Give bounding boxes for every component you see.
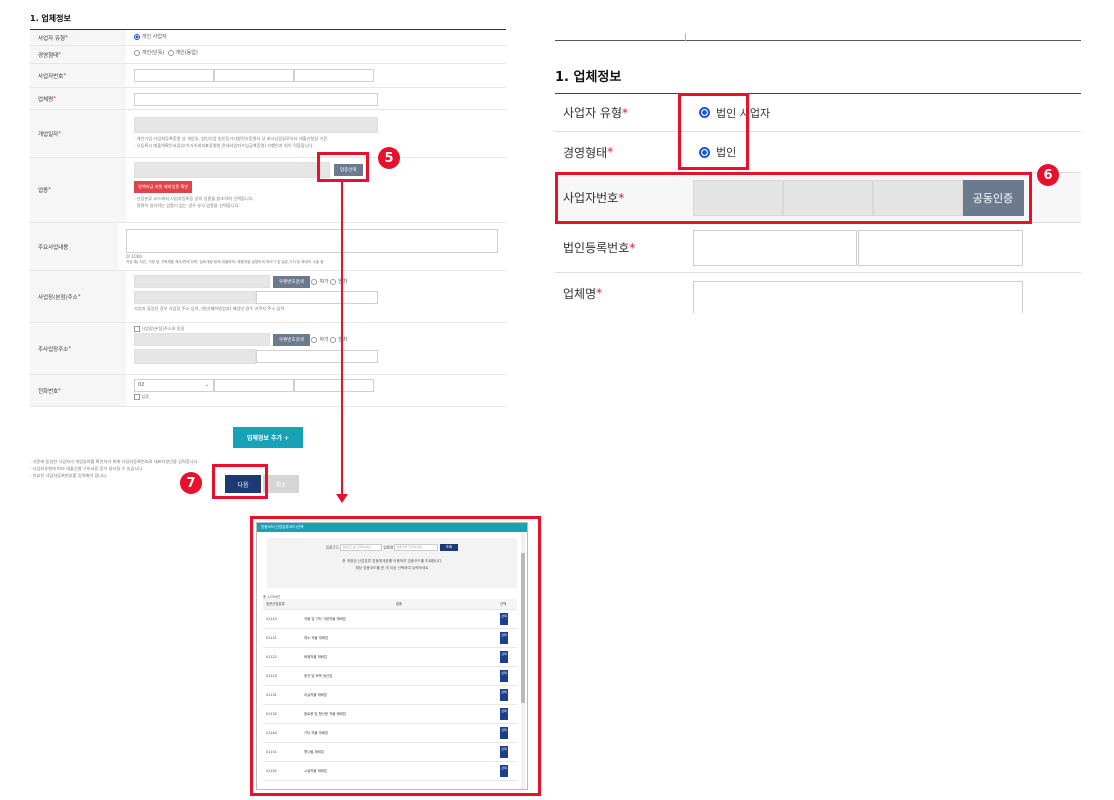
mgmt-type-label: 경영형태: [38, 52, 59, 59]
industry-input[interactable]: [134, 162, 330, 178]
industry-label: 업종: [38, 188, 49, 194]
row-industry: 업종 * 업종선택 정책자금 지원 제외업종 확인 · 산업분류 코드에서 사업자…: [30, 158, 506, 223]
step-badge-6: 6: [1037, 164, 1059, 186]
highlight-next-button: [212, 464, 268, 499]
company-input[interactable]: [134, 93, 378, 106]
opening-label: 개업일자: [38, 131, 59, 138]
biz-no-input-1[interactable]: [134, 69, 214, 82]
opening-note-1: · 개인기업 사업자등록증명 상 개업일, 법인기업 법인등기사항전부증명서 상…: [134, 136, 328, 141]
add-company-button[interactable]: 업체정보 추가 +: [232, 427, 304, 448]
biz-type-label: 사업자 유형: [38, 35, 66, 42]
biz-no-label: 사업자번호: [38, 73, 64, 80]
step-badge-5: 5: [378, 147, 400, 169]
connector-line: [341, 182, 343, 496]
phone-label: 전화번호: [38, 388, 59, 395]
right-row-company: 업체명 *: [555, 273, 1081, 313]
row-phone: 전화번호 * 02 ⌄ 없음: [30, 375, 506, 407]
row-biz-no: 사업자번호 *: [30, 64, 506, 88]
row-mgmt-type: 경영형태 * 개인(단독) 개인(동업): [30, 46, 506, 64]
same-addr-checkbox[interactable]: [134, 326, 140, 332]
no-phone-checkbox[interactable]: [134, 394, 140, 400]
biz-own-radio[interactable]: [311, 278, 318, 285]
radio-sole-label: 개인(단독): [142, 50, 165, 56]
corp-no-input-2[interactable]: [858, 229, 1023, 266]
radio-individual[interactable]: [134, 33, 140, 40]
main-biz-label: 주요사업내용: [38, 244, 69, 251]
opening-note-2: · 오등록시 매출액확인서류(부가가치세과표증명원,면세사업자수입금액증명) 시…: [134, 143, 314, 148]
char-counter: 0/ 1000: [126, 254, 143, 259]
right-mgmt-label: 경영형태: [563, 145, 608, 160]
main-biz-hint: 작성 예) 치킨, 가방 등 가죽제품 제조/판매 하며, 설비개량 등에 대출…: [126, 260, 324, 264]
right-row-corp-no: 법인등록번호 *: [555, 223, 1081, 273]
radio-individual-label: 개인 사업자: [142, 34, 167, 40]
radio-partner-label: 개인(동업): [175, 50, 198, 56]
radio-partner[interactable]: [167, 49, 174, 56]
left-form: 1. 업체정보 사업자 유형 * 개인 사업자 경영형태 * 개인(단독) 개인(동…: [30, 13, 506, 479]
biz-own-label: 자가: [319, 279, 329, 285]
biz-addr-note: 사업자 휴업인 경우 사업장 주소 입력, 개인(폐하였업자) 폐업인 경우 거…: [134, 306, 285, 311]
main-zip-input[interactable]: [134, 333, 270, 346]
main-addr2-input[interactable]: [256, 350, 378, 363]
biz-zip-input[interactable]: [134, 275, 270, 288]
industry-note-1: · 산업분류 코드에서 사업자등록증 상의 업종을 참조하여 선택합니다.: [134, 196, 254, 201]
section-title: 1. 업체정보: [30, 14, 71, 23]
company-label: 업체명: [38, 96, 54, 103]
highlight-biz-no-row: [555, 172, 1032, 224]
arrow-down-icon: [336, 494, 348, 503]
area-code-value: 02: [138, 382, 145, 388]
phone-last-input[interactable]: [294, 379, 374, 392]
main-zip-button[interactable]: 우편번호검색: [273, 333, 310, 346]
corp-no-input-1[interactable]: [693, 229, 857, 266]
biz-addr-label: 사업장(본점)주소: [38, 294, 78, 301]
no-phone-label: 없음: [141, 394, 150, 399]
radio-sole[interactable]: [134, 49, 140, 56]
main-rent-radio[interactable]: [330, 336, 337, 343]
row-company: 업체명 *: [30, 88, 506, 110]
area-code-select[interactable]: 02 ⌄: [134, 379, 214, 392]
top-divider: [555, 40, 1081, 41]
top-divider-tick: [685, 33, 686, 41]
highlight-popup: [250, 516, 541, 796]
highlight-corp-radios: [678, 93, 749, 170]
row-biz-type: 사업자 유형 * 개인 사업자: [30, 30, 506, 46]
opening-input[interactable]: [134, 117, 378, 133]
highlight-industry-select: [317, 152, 369, 182]
step-badge-7: 7: [180, 472, 202, 494]
right-row-mgmt: 경영형태 * 법인: [555, 132, 1081, 173]
biz-zip-button[interactable]: 우편번호검색: [273, 275, 310, 288]
right-company-input[interactable]: [693, 281, 1023, 313]
main-addr-label: 주사업장주소: [38, 346, 69, 353]
bottom-note: · 사업자유형에 따라 대출신청 구비서류 등이 달라질 수 있습니다.: [30, 466, 144, 471]
phone-mid-input[interactable]: [214, 379, 294, 392]
right-biz-type-label: 사업자 유형: [563, 106, 623, 120]
form-table: 사업자 유형 * 개인 사업자 경영형태 * 개인(단독) 개인(동업) 사업자번호…: [30, 29, 506, 407]
row-biz-addr: 사업장(본점)주소* 우편번호검색 자가 임차 사업자 휴업인 경우 사업장 주…: [30, 271, 506, 323]
biz-rent-radio[interactable]: [330, 278, 337, 285]
same-addr-label: 사업장(본점)주소와 동일: [141, 326, 185, 331]
biz-no-input-2[interactable]: [214, 69, 294, 82]
row-main-biz: 주요사업내용 0/ 1000 작성 예) 치킨, 가방 등 가죽제품 제조/판매 …: [30, 223, 506, 271]
chevron-down-icon: ⌄: [204, 382, 209, 388]
main-own-label: 자가: [319, 337, 329, 343]
cancel-button[interactable]: 취소: [263, 475, 299, 493]
bottom-note: · 기존에 동일한 사업자의 개업일자를 확인하기 위해 사업자등록번호와 대표…: [30, 459, 199, 464]
biz-addr2-input[interactable]: [256, 291, 378, 304]
row-main-addr: 주사업장주소* 사업장(본점)주소와 동일 우편번호검색 자가 임차: [30, 323, 506, 375]
industry-note-2: · 정확히 일치하는 업종이 없는 경우 유사 업종을 선택합니다.: [134, 203, 240, 208]
right-section-title: 1. 업체정보: [555, 70, 622, 85]
biz-no-input-3[interactable]: [294, 69, 374, 82]
corp-no-label: 법인등록번호: [563, 241, 630, 255]
main-biz-textarea[interactable]: [126, 229, 498, 253]
right-company-label: 업체명: [563, 286, 597, 301]
excluded-industry-button[interactable]: 정책자금 지원 제외업종 확인: [134, 181, 193, 193]
main-addr1-input[interactable]: [134, 349, 256, 364]
biz-addr1-input[interactable]: [134, 291, 256, 304]
row-opening: 개업일자 * · 개인기업 사업자등록증명 상 개업일, 법인기업 법인등기사항전…: [30, 110, 506, 158]
main-own-radio[interactable]: [311, 336, 318, 343]
right-row-biz-type: 사업자 유형 * 법인 사업자: [555, 94, 1081, 132]
